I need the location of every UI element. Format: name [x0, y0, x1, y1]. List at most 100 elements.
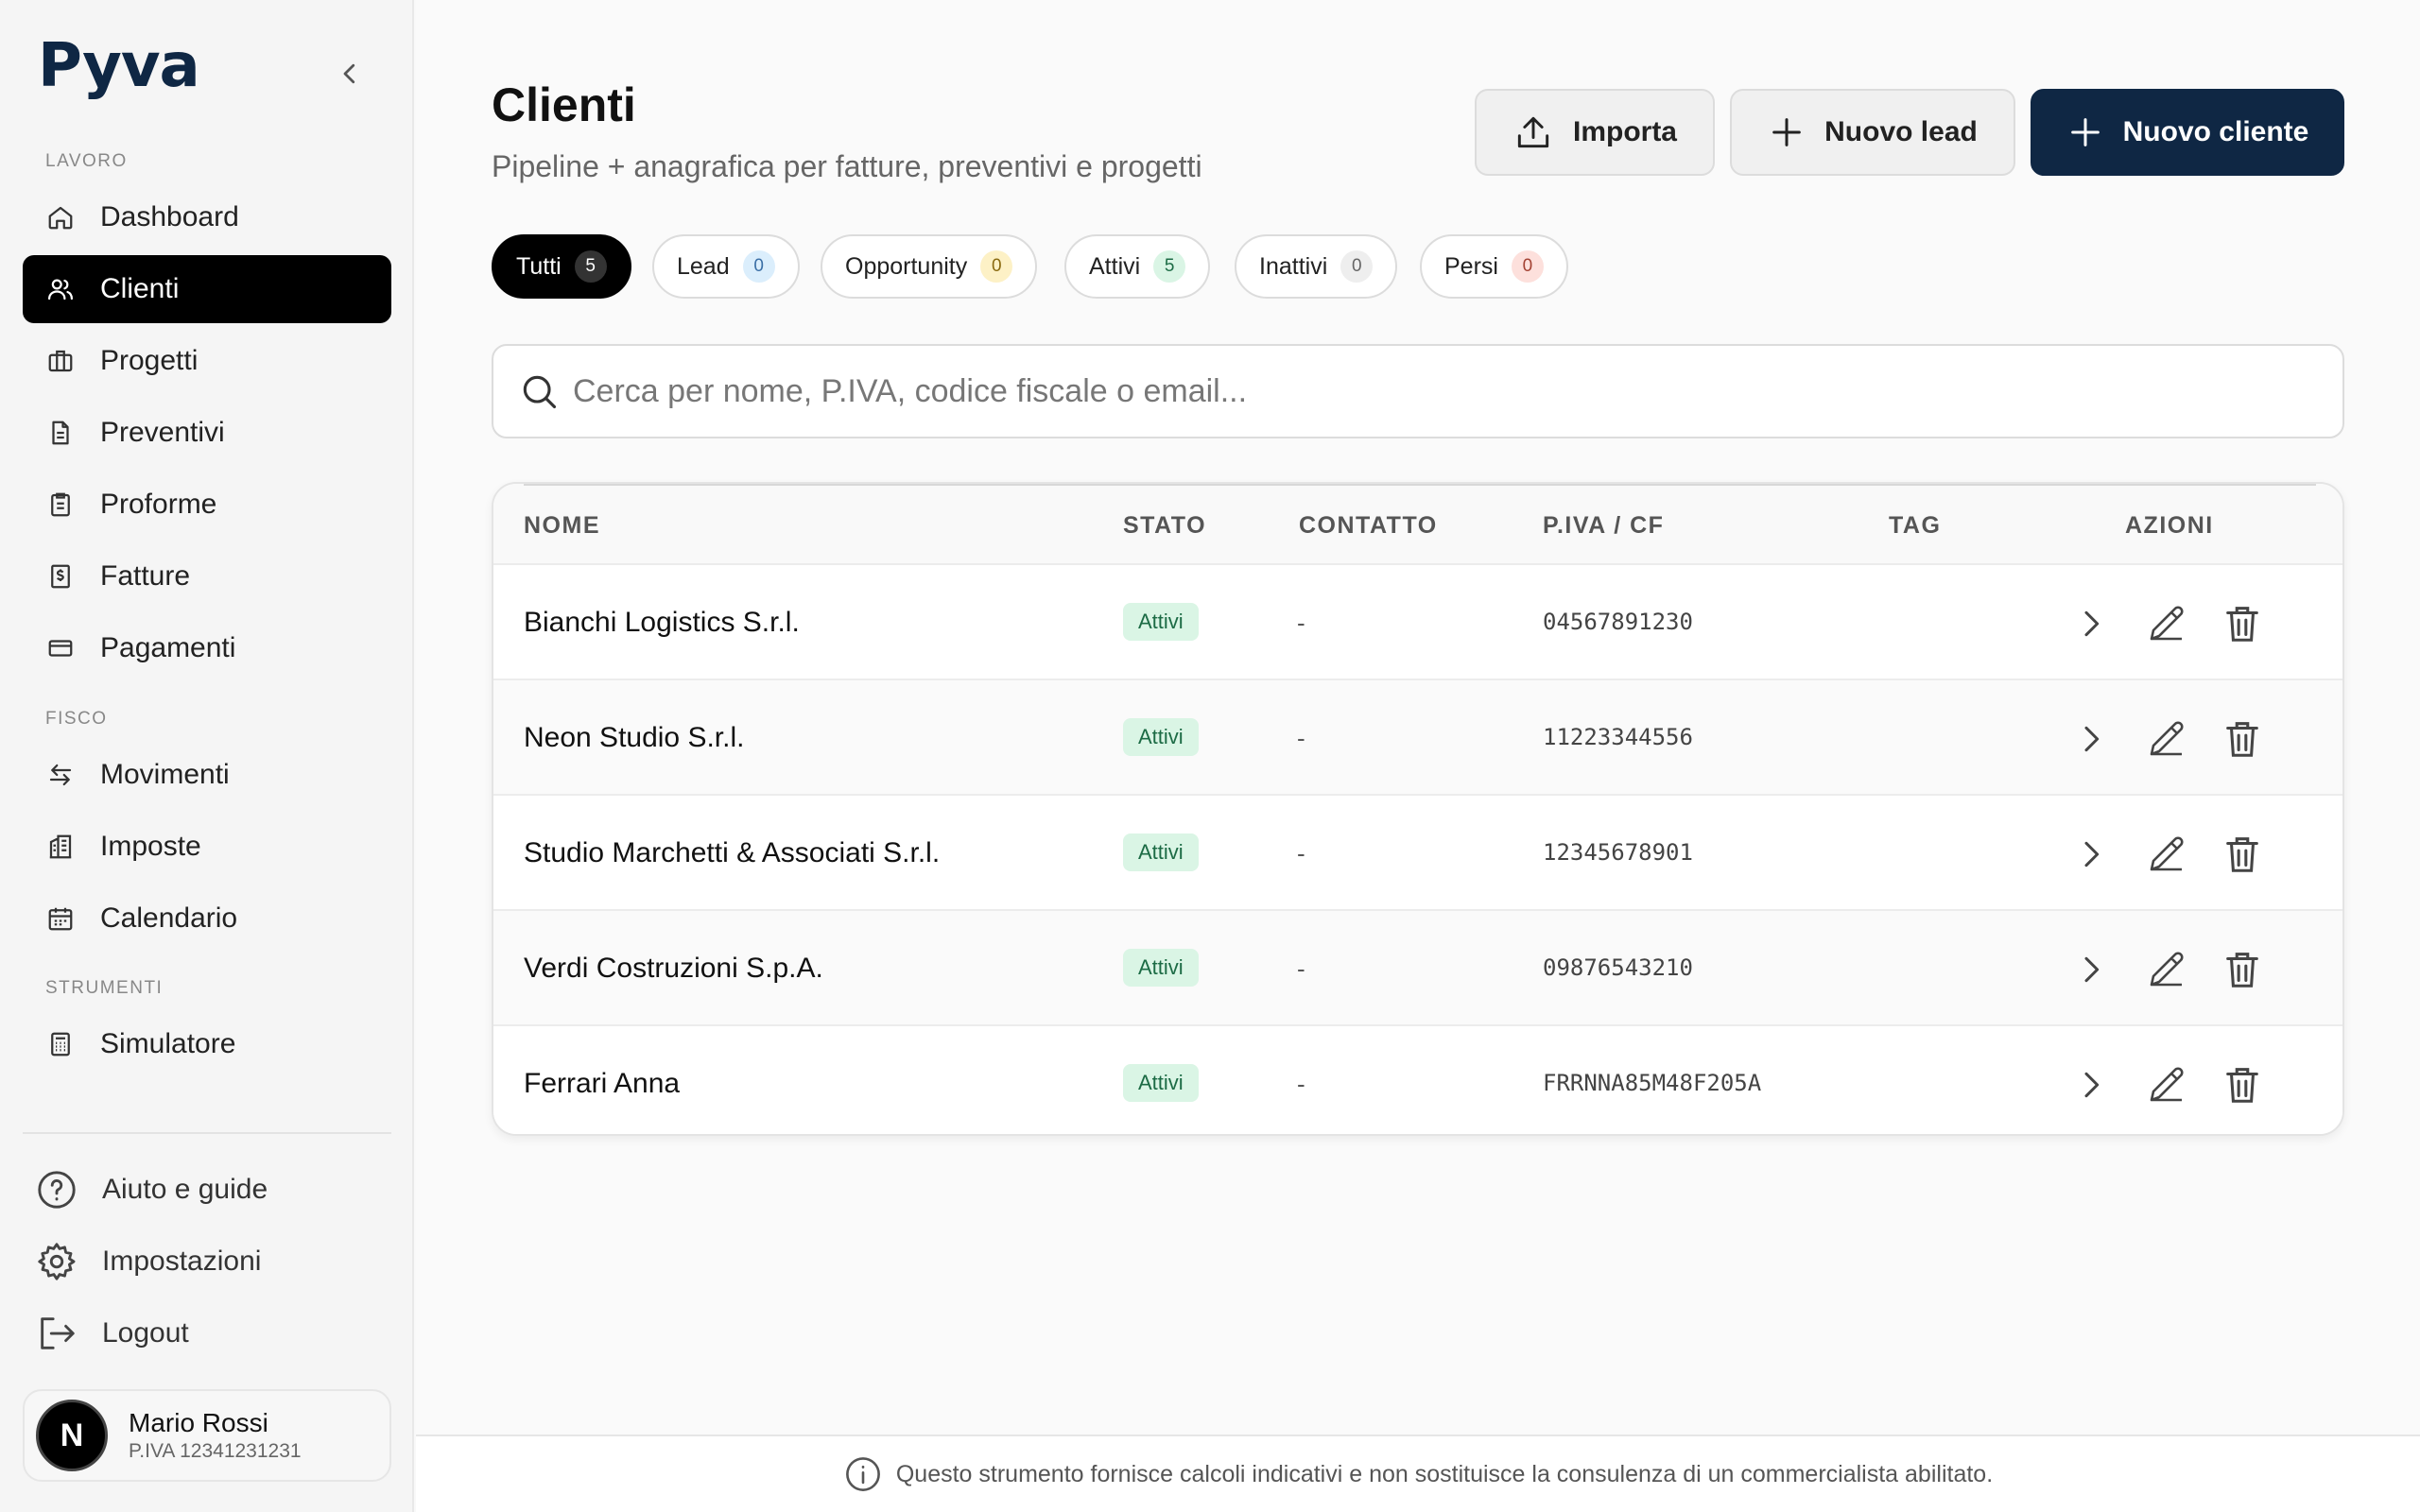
chevron-right-icon: [2084, 956, 2100, 983]
filter-chip-attivi[interactable]: Attivi 5: [1064, 234, 1211, 299]
import-button[interactable]: Importa: [1475, 89, 1715, 176]
filter-chip-tutti[interactable]: Tutti 5: [492, 234, 631, 299]
calculator-icon: [45, 1029, 76, 1059]
client-contact: -: [1297, 839, 1305, 868]
open-client-button[interactable]: [2066, 714, 2116, 764]
user-profile-card[interactable]: N Mario Rossi P.IVA 12341231231: [23, 1389, 391, 1482]
open-client-button[interactable]: [2066, 599, 2116, 648]
page-subtitle: Pipeline + anagrafica per fatture, preve…: [492, 149, 1202, 183]
delete-client-button[interactable]: [2218, 1060, 2267, 1109]
filter-chip-lead[interactable]: Lead 0: [652, 234, 800, 299]
sidebar-logout-link[interactable]: Logout: [34, 1303, 189, 1364]
sidebar-item-progetti[interactable]: Progetti: [23, 327, 391, 395]
client-piva: 04567891230: [1543, 609, 1693, 635]
client-name: Ferrari Anna: [524, 1068, 681, 1099]
user-name: Mario Rossi: [129, 1408, 268, 1437]
open-client-button[interactable]: [2066, 1060, 2116, 1109]
avatar: N: [36, 1400, 108, 1471]
search-input[interactable]: [573, 372, 2274, 410]
pencil-icon: [2150, 1067, 2184, 1102]
chip-label: Attivi: [1089, 252, 1141, 280]
collapse-sidebar-button[interactable]: [333, 57, 367, 91]
sidebar-item-clienti[interactable]: Clienti: [23, 255, 391, 323]
gear-icon: [34, 1239, 79, 1284]
clipboard-icon: [45, 490, 76, 520]
sidebar-item-pagamenti[interactable]: Pagamenti: [23, 614, 391, 682]
section-label-strumenti: STRUMENTI: [45, 978, 164, 998]
edit-client-button[interactable]: [2142, 714, 2191, 764]
sidebar-item-proforme[interactable]: Proforme: [23, 471, 391, 539]
client-name: Studio Marchetti & Associati S.r.l.: [524, 837, 941, 868]
delete-client-button[interactable]: [2218, 714, 2267, 764]
sidebar-item-dashboard[interactable]: Dashboard: [23, 183, 391, 251]
edit-client-button[interactable]: [2142, 599, 2191, 648]
help-icon: [34, 1167, 79, 1212]
chip-label: Tutti: [516, 252, 562, 280]
filter-chip-persi[interactable]: Persi 0: [1420, 234, 1568, 299]
status-badge: Attivi: [1123, 1064, 1199, 1102]
delete-client-button[interactable]: [2218, 945, 2267, 994]
pencil-icon: [2150, 952, 2184, 987]
app-logo[interactable]: Pyva: [38, 28, 200, 104]
chip-count: 5: [1153, 250, 1186, 283]
section-label-lavoro: LAVORO: [45, 151, 128, 171]
table-top-line: [524, 484, 2316, 486]
sidebar-item-movimenti[interactable]: Movimenti: [23, 741, 391, 809]
column-header-azioni: AZIONI: [2125, 512, 2214, 539]
footer-disclaimer: Questo strumento fornisce calcoli indica…: [416, 1435, 2420, 1512]
sidebar-item-calendario[interactable]: Calendario: [23, 885, 391, 953]
sidebar-item-label: Preventivi: [100, 417, 225, 448]
chip-label: Opportunity: [845, 252, 968, 280]
sidebar-item-preventivi[interactable]: Preventivi: [23, 399, 391, 467]
chevron-right-icon: [2084, 841, 2100, 868]
sidebar-item-label: Movimenti: [100, 759, 230, 790]
edit-client-button[interactable]: [2142, 830, 2191, 879]
info-icon: [843, 1454, 883, 1494]
edit-client-button[interactable]: [2142, 1060, 2191, 1109]
sidebar-item-imposte[interactable]: Imposte: [23, 813, 391, 881]
table-header: NOME STATO CONTATTO P.IVA / CF TAG AZION…: [493, 484, 2342, 563]
chevron-right-icon: [2084, 610, 2100, 637]
column-header-stato[interactable]: STATO: [1123, 512, 1206, 540]
column-header-contatto[interactable]: CONTATTO: [1299, 512, 1438, 540]
client-piva: 09876543210: [1543, 954, 1693, 981]
chip-count: 0: [742, 250, 775, 283]
sidebar-item-label: Fatture: [100, 560, 191, 592]
logout-label: Logout: [102, 1317, 189, 1349]
client-piva: 12345678901: [1543, 839, 1693, 866]
disclaimer-text: Questo strumento fornisce calcoli indica…: [895, 1460, 1994, 1487]
filter-chip-inattivi[interactable]: Inattivi 0: [1235, 234, 1398, 299]
chip-label: Persi: [1444, 252, 1498, 280]
sidebar-item-label: Pagamenti: [100, 632, 236, 663]
client-contact: -: [1297, 609, 1305, 637]
sidebar-settings-link[interactable]: Impostazioni: [34, 1231, 261, 1292]
column-header-piva[interactable]: P.IVA / CF: [1543, 512, 1664, 540]
client-name: Verdi Costruzioni S.p.A.: [524, 953, 823, 984]
briefcase-icon: [45, 346, 76, 376]
filter-chip-opportunity[interactable]: Opportunity 0: [821, 234, 1038, 299]
table-row[interactable]: Studio Marchetti & Associati S.r.l. Atti…: [493, 794, 2342, 909]
table-row[interactable]: Ferrari Anna Attivi - FRRNNA85M48F205A: [493, 1024, 2342, 1134]
sidebar-item-simulatore[interactable]: Simulatore: [23, 1010, 391, 1078]
sidebar-item-fatture[interactable]: Fatture: [23, 542, 391, 610]
table-row[interactable]: Neon Studio S.r.l. Attivi - 11223344556: [493, 679, 2342, 794]
delete-client-button[interactable]: [2218, 830, 2267, 879]
new-lead-button[interactable]: Nuovo lead: [1730, 89, 2015, 176]
users-icon: [45, 274, 76, 304]
status-badge: Attivi: [1123, 833, 1199, 871]
sidebar-item-label: Clienti: [100, 273, 180, 304]
column-header-nome[interactable]: NOME: [524, 512, 600, 540]
client-name: Bianchi Logistics S.r.l.: [524, 607, 800, 638]
sidebar-help-link[interactable]: Aiuto e guide: [34, 1160, 268, 1220]
edit-client-button[interactable]: [2142, 945, 2191, 994]
open-client-button[interactable]: [2066, 830, 2116, 879]
client-contact: -: [1297, 724, 1305, 752]
new-client-button[interactable]: Nuovo cliente: [2031, 89, 2344, 176]
user-piva: P.IVA 12341231231: [129, 1440, 302, 1462]
column-header-tag[interactable]: TAG: [1889, 512, 1941, 540]
table-row[interactable]: Bianchi Logistics S.r.l. Attivi - 045678…: [493, 563, 2342, 679]
table-row[interactable]: Verdi Costruzioni S.p.A. Attivi - 098765…: [493, 909, 2342, 1024]
delete-client-button[interactable]: [2218, 599, 2267, 648]
open-client-button[interactable]: [2066, 945, 2116, 994]
chip-label: Inattivi: [1259, 252, 1328, 280]
